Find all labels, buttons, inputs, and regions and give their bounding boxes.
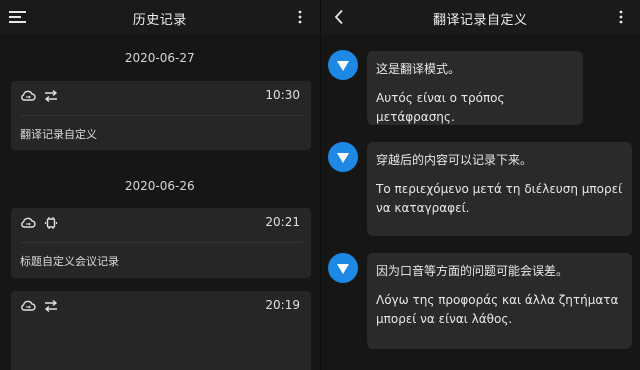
translation-line: Λόγω της προφοράς και άλλα ζητήματα [376, 293, 619, 307]
page-title: 历史记录 [132, 13, 187, 28]
history-panel: 历史记录 2020-06-27 10:30 翻译记录自定义 2020-06-26… [0, 0, 321, 370]
message-source-text: 穿越后的内容可以记录下来。 [376, 153, 533, 167]
date-header: 2020-06-26 [124, 179, 195, 193]
app-root: 历史记录 2020-06-27 10:30 翻译记录自定义 2020-06-26… [0, 0, 640, 370]
cloud-sync-icon [21, 217, 36, 228]
meeting-device-icon [44, 217, 58, 229]
record-time: 20:21 [265, 215, 300, 229]
page-title: 翻译记录自定义 [432, 13, 528, 28]
history-topbar: 历史记录 [0, 0, 320, 34]
record-time: 10:30 [265, 88, 300, 102]
cloud-sync-icon [21, 300, 36, 311]
card-header: 20:19 [11, 291, 311, 321]
history-card[interactable]: 20:19 [11, 291, 311, 370]
translation-line: να καταγραφεί. [376, 201, 470, 215]
card-header: 10:30 [11, 81, 311, 111]
message-translation-text: Το περιεχόμενο μετά τη διέλευση μπορεί ν… [376, 180, 623, 218]
avatar-icon [328, 253, 358, 283]
history-card[interactable]: 10:30 翻译记录自定义 [11, 81, 311, 150]
translation-line: Αυτός είναι ο τρόπος μετάφρασης. [376, 91, 505, 124]
translation-line: μπορεί να είναι λάθος. [376, 312, 513, 326]
message-bubble: 因为口音等方面的问题可能会误差。 Λόγω της προφοράς και ά… [367, 253, 632, 349]
record-label: 翻译记录自定义 [20, 128, 97, 141]
avatar-icon [328, 50, 358, 80]
message-source-text: 因为口音等方面的问题可能会误差。 [376, 264, 569, 278]
more-vert-icon[interactable] [297, 10, 303, 24]
record-time: 20:19 [265, 298, 300, 312]
message-bubble: 这是翻译模式。 Αυτός είναι ο τρόπος μετάφρασης. [367, 51, 583, 125]
translation-topbar: 翻译记录自定义 [320, 0, 640, 34]
history-card[interactable]: 20:21 标题自定义会议记录 [11, 208, 311, 278]
message-bubble: 穿越后的内容可以记录下来。 Το περιεχόμενο μετά τη διέ… [367, 142, 632, 236]
swap-arrows-icon [44, 299, 58, 313]
avatar-icon [328, 142, 358, 172]
card-divider [20, 242, 302, 243]
card-divider [20, 115, 302, 116]
date-header: 2020-06-27 [124, 51, 195, 65]
swap-arrows-icon [44, 89, 58, 103]
record-label: 标题自定义会议记录 [20, 255, 119, 268]
translation-line: Το περιεχόμενο μετά τη διέλευση μπορεί [376, 182, 623, 196]
more-vert-icon[interactable] [618, 10, 624, 24]
message-translation-text: Λόγω της προφοράς και άλλα ζητήματα μπορ… [376, 291, 623, 329]
message-translation-text: Αυτός είναι ο τρόπος μετάφρασης. [376, 89, 574, 127]
card-header: 20:21 [11, 208, 311, 238]
message-source-text: 这是翻译模式。 [376, 62, 461, 76]
cloud-sync-icon [21, 90, 36, 101]
